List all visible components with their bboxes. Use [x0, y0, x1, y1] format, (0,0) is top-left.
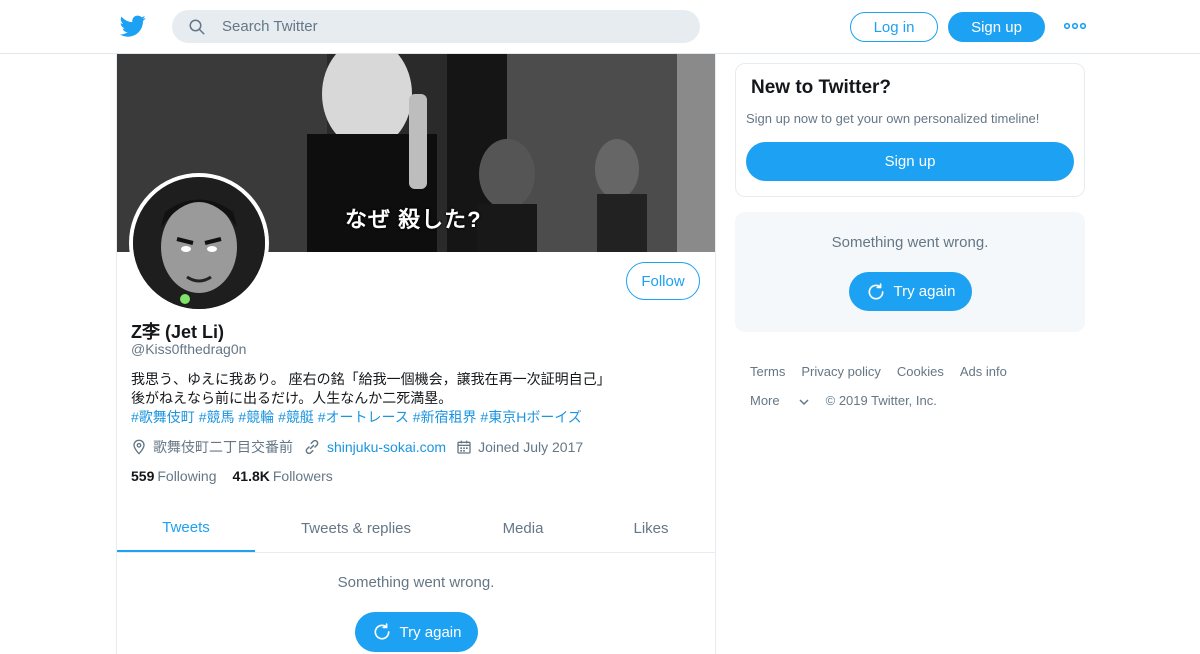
sidebar-error-message: Something went wrong.: [831, 234, 989, 251]
bio-line: 後がねえなら前に出るだけ。人生なんか二死満塁。: [131, 390, 453, 406]
tab-tweets[interactable]: Tweets: [117, 504, 255, 552]
try-again-label: Try again: [399, 623, 462, 641]
hashtag-link[interactable]: #オートレース: [318, 409, 409, 425]
footer-more-label: More: [750, 392, 780, 408]
bio-line: 我思う、ゆえに我あり。 座右の銘「給我一個機会，譲我在再一次証明自己」: [131, 371, 611, 387]
profile-bio: 我思う、ゆえに我あり。 座右の銘「給我一個機会，譲我在再一次証明自己」 後がねえ…: [131, 370, 691, 427]
joined-item: Joined July 2017: [456, 439, 583, 455]
search-input[interactable]: [222, 10, 682, 43]
profile-column: なぜ 殺した? Follow Z李 (Jet Li) @Kiss0fthedra…: [116, 54, 716, 654]
footer-more-menu[interactable]: More: [750, 393, 810, 408]
new-to-twitter-card: New to Twitter? Sign up now to get your …: [735, 63, 1085, 197]
footer: Terms Privacy policy Cookies Ads info Mo…: [750, 362, 1080, 420]
signup-button[interactable]: Sign up: [746, 142, 1074, 181]
footer-link-privacy[interactable]: Privacy policy: [801, 364, 880, 379]
try-again-button[interactable]: Try again: [355, 612, 478, 652]
followers-stat[interactable]: 41.8K Followers: [233, 468, 333, 484]
avatar[interactable]: [129, 173, 269, 313]
hashtag-link[interactable]: #競輪: [238, 409, 274, 425]
card-subtitle: Sign up now to get your own personalized…: [746, 111, 1040, 126]
link-icon: [305, 439, 319, 455]
followers-count: 41.8K: [232, 468, 270, 484]
profile-meta: 歌舞伎町二丁目交番前 shinjuku-sokai.com Joined Jul…: [131, 437, 593, 457]
tab-likes[interactable]: Likes: [607, 504, 695, 552]
joined-text: Joined July 2017: [478, 439, 584, 455]
signup-button[interactable]: Sign up: [948, 12, 1045, 42]
follow-button[interactable]: Follow: [626, 262, 700, 300]
profile-stats: 559 Following 41.8K Followers: [131, 468, 349, 484]
website-item: shinjuku-sokai.com: [303, 438, 446, 456]
hashtag-link[interactable]: #新宿租界: [413, 409, 477, 425]
hashtag-link[interactable]: #東京Hボーイズ: [480, 409, 581, 425]
more-dots-icon[interactable]: [1064, 18, 1086, 34]
tab-tweets-replies[interactable]: Tweets & replies: [281, 504, 431, 552]
search-box[interactable]: [172, 10, 700, 43]
footer-link-cookies[interactable]: Cookies: [897, 364, 944, 379]
search-icon: [189, 19, 205, 35]
profile-tabs: Tweets Tweets & replies Media Likes: [117, 504, 715, 553]
banner-caption: なぜ 殺した?: [345, 207, 482, 232]
followers-label: Followers: [272, 468, 333, 484]
twitter-bird-icon[interactable]: [120, 13, 146, 39]
location-icon: [133, 439, 145, 455]
footer-row-2: More © 2019 Twitter, Inc.: [750, 391, 1080, 409]
following-label: Following: [157, 468, 217, 484]
calendar-icon: [457, 440, 471, 454]
login-button[interactable]: Log in: [850, 12, 938, 42]
footer-copyright: © 2019 Twitter, Inc.: [825, 392, 937, 408]
website-link[interactable]: shinjuku-sokai.com: [327, 439, 446, 455]
chevron-down-icon: [799, 399, 809, 406]
footer-link-ads-info[interactable]: Ads info: [960, 364, 1007, 379]
card-title: New to Twitter?: [751, 77, 892, 98]
following-stat[interactable]: 559 Following: [131, 468, 217, 484]
footer-link-terms[interactable]: Terms: [750, 364, 785, 379]
bio-hashtags: #歌舞伎町 #競馬 #競輪 #競艇 #オートレース #新宿租界 #東京Hボーイズ: [131, 408, 691, 427]
location-item: 歌舞伎町二丁目交番前: [131, 437, 293, 457]
refresh-icon: [868, 282, 884, 300]
sidebar-error-card: Something went wrong. Try again: [735, 212, 1085, 332]
avatar-image: [133, 177, 265, 309]
top-bar: Log in Sign up: [0, 0, 1200, 54]
location-text: 歌舞伎町二丁目交番前: [153, 439, 293, 455]
refresh-icon: [374, 623, 390, 640]
hashtag-link[interactable]: #歌舞伎町: [131, 409, 195, 425]
footer-links: Terms Privacy policy Cookies Ads info: [750, 362, 1080, 380]
timeline-error-message: Something went wrong.: [337, 574, 495, 591]
following-count: 559: [131, 468, 155, 484]
profile-handle[interactable]: @Kiss0fthedrag0n: [131, 341, 246, 357]
hashtag-link[interactable]: #競馬: [199, 409, 235, 425]
tab-media[interactable]: Media: [477, 504, 569, 552]
try-again-button[interactable]: Try again: [849, 272, 972, 311]
hashtag-link[interactable]: #競艇: [278, 409, 314, 425]
try-again-label: Try again: [893, 283, 956, 300]
